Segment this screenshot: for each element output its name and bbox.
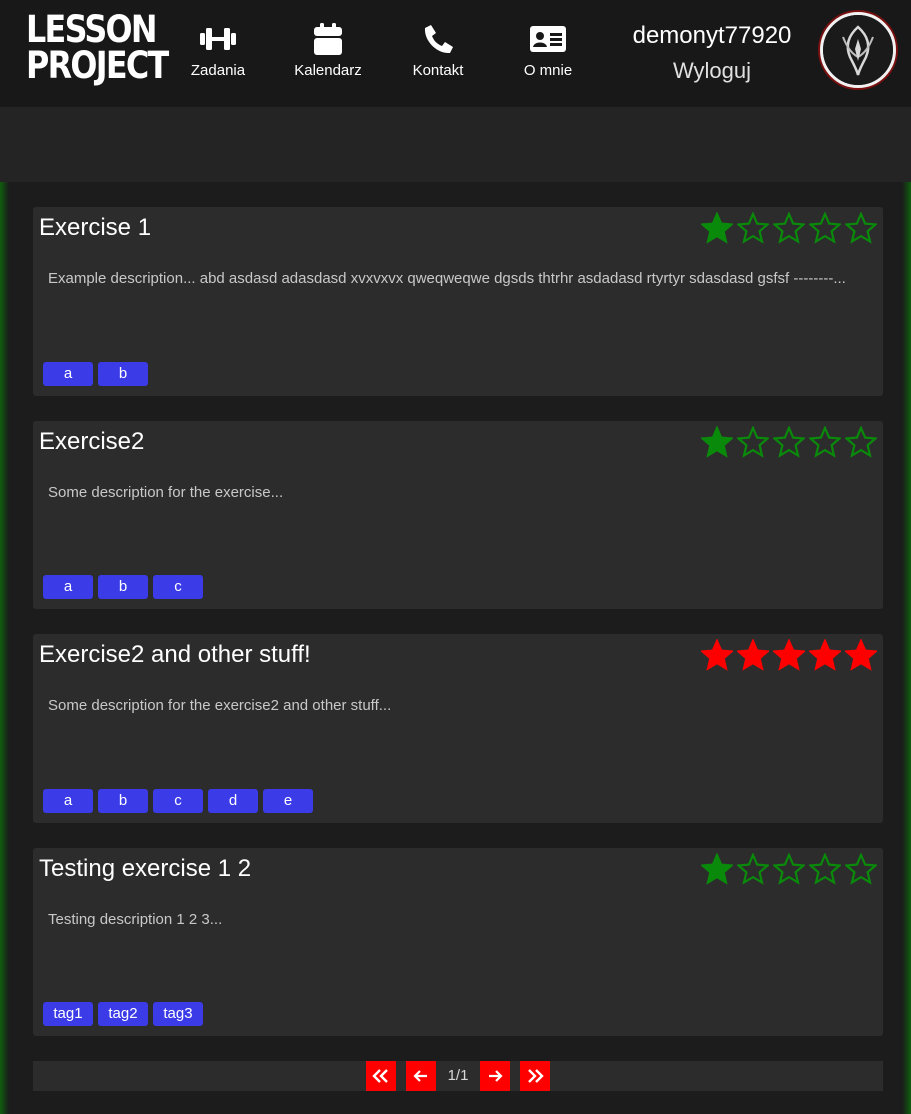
logo-line-2: PROJECT xyxy=(26,44,169,87)
arrow-right-icon xyxy=(489,1070,503,1082)
star-filled-icon[interactable] xyxy=(701,853,733,885)
nav-item-kalendarz[interactable]: Kalendarz xyxy=(278,22,378,79)
nav-label: O mnie xyxy=(523,62,573,79)
id-card-icon xyxy=(498,22,598,56)
exercise-title[interactable]: Exercise 1 xyxy=(39,214,151,242)
exercise-card[interactable]: Testing exercise 1 2 Testing description… xyxy=(33,848,883,1036)
rating-stars[interactable] xyxy=(701,212,877,244)
tag-badge[interactable]: c xyxy=(153,789,203,813)
star-filled-icon[interactable] xyxy=(845,639,877,671)
exercise-description: Example description... abd asdasd adasda… xyxy=(48,270,846,287)
star-filled-icon[interactable] xyxy=(701,639,733,671)
exercise-description: Some description for the exercise... xyxy=(48,484,284,501)
last-page-button[interactable] xyxy=(520,1061,550,1091)
star-outline-icon[interactable] xyxy=(845,212,877,244)
star-outline-icon[interactable] xyxy=(737,426,769,458)
star-outline-icon[interactable] xyxy=(737,853,769,885)
exercise-description: Some description for the exercise2 and o… xyxy=(48,697,392,714)
nav-item-zadania[interactable]: Zadania xyxy=(168,22,268,79)
side-decoration-left xyxy=(0,182,9,1114)
tag-badge[interactable]: c xyxy=(153,575,203,599)
dumbbell-icon xyxy=(168,22,268,56)
tag-list: abcde xyxy=(43,789,313,813)
star-outline-icon[interactable] xyxy=(809,212,841,244)
logo-line-1: LESSON xyxy=(26,8,157,51)
rating-stars[interactable] xyxy=(701,853,877,885)
star-outline-icon[interactable] xyxy=(773,212,805,244)
star-filled-icon[interactable] xyxy=(773,639,805,671)
tag-badge[interactable]: b xyxy=(98,789,148,813)
tag-badge[interactable]: a xyxy=(43,575,93,599)
dragon-emblem-icon xyxy=(823,15,893,85)
arrow-left-icon xyxy=(413,1070,427,1082)
avatar[interactable] xyxy=(820,12,896,88)
sub-header-bar xyxy=(0,107,911,182)
star-outline-icon[interactable] xyxy=(737,212,769,244)
star-filled-icon[interactable] xyxy=(809,639,841,671)
site-logo[interactable]: LESSON PROJECT xyxy=(26,8,169,87)
top-navbar: LESSON PROJECT Zadania Kalendarz Kontakt… xyxy=(0,0,911,107)
exercise-title[interactable]: Testing exercise 1 2 xyxy=(39,855,251,883)
tag-badge[interactable]: a xyxy=(43,362,93,386)
prev-page-button[interactable] xyxy=(406,1061,436,1091)
star-filled-icon[interactable] xyxy=(701,426,733,458)
username: demonyt77920 xyxy=(632,22,792,49)
star-outline-icon[interactable] xyxy=(773,426,805,458)
exercise-card[interactable]: Exercise2 and other stuff! Some descript… xyxy=(33,634,883,823)
logout-link[interactable]: Wyloguj xyxy=(612,58,812,84)
double-chevron-right-icon xyxy=(528,1069,544,1083)
exercise-description: Testing description 1 2 3... xyxy=(48,911,223,928)
tag-list: ab xyxy=(43,362,148,386)
star-outline-icon[interactable] xyxy=(845,853,877,885)
phone-icon xyxy=(388,22,488,56)
next-page-button[interactable] xyxy=(480,1061,510,1091)
star-outline-icon[interactable] xyxy=(809,853,841,885)
nav-label: Kontakt xyxy=(412,62,464,79)
side-decoration-right xyxy=(902,182,911,1114)
star-outline-icon[interactable] xyxy=(809,426,841,458)
star-outline-icon[interactable] xyxy=(773,853,805,885)
exercise-title[interactable]: Exercise2 xyxy=(39,428,144,456)
star-outline-icon[interactable] xyxy=(845,426,877,458)
nav-label: Zadania xyxy=(190,62,246,79)
tag-badge[interactable]: b xyxy=(98,362,148,386)
tag-badge[interactable]: a xyxy=(43,789,93,813)
tag-list: tag1 tag2 tag3 xyxy=(43,1002,203,1026)
tag-badge[interactable]: tag2 xyxy=(98,1002,148,1026)
tag-badge[interactable]: tag3 xyxy=(153,1002,203,1026)
nav-item-o-mnie[interactable]: O mnie xyxy=(498,22,598,79)
exercise-card[interactable]: Exercise2 Some description for the exerc… xyxy=(33,421,883,609)
nav-label: Kalendarz xyxy=(294,62,362,79)
tag-list: abc xyxy=(43,575,203,599)
first-page-button[interactable] xyxy=(366,1061,396,1091)
nav-item-kontakt[interactable]: Kontakt xyxy=(388,22,488,79)
rating-stars[interactable] xyxy=(701,426,877,458)
tag-badge[interactable]: b xyxy=(98,575,148,599)
exercise-title[interactable]: Exercise2 and other stuff! xyxy=(39,641,311,669)
tag-badge[interactable]: d xyxy=(208,789,258,813)
calendar-icon xyxy=(278,22,378,56)
rating-stars[interactable] xyxy=(701,639,877,671)
exercise-card[interactable]: Exercise 1 Example description... abd as… xyxy=(33,207,883,396)
double-chevron-left-icon xyxy=(372,1069,388,1083)
pagination-bar: 1/1 xyxy=(33,1061,883,1091)
star-filled-icon[interactable] xyxy=(701,212,733,244)
tag-badge[interactable]: tag1 xyxy=(43,1002,93,1026)
star-filled-icon[interactable] xyxy=(737,639,769,671)
page-indicator: 1/1 xyxy=(447,1067,469,1084)
tag-badge[interactable]: e xyxy=(263,789,313,813)
